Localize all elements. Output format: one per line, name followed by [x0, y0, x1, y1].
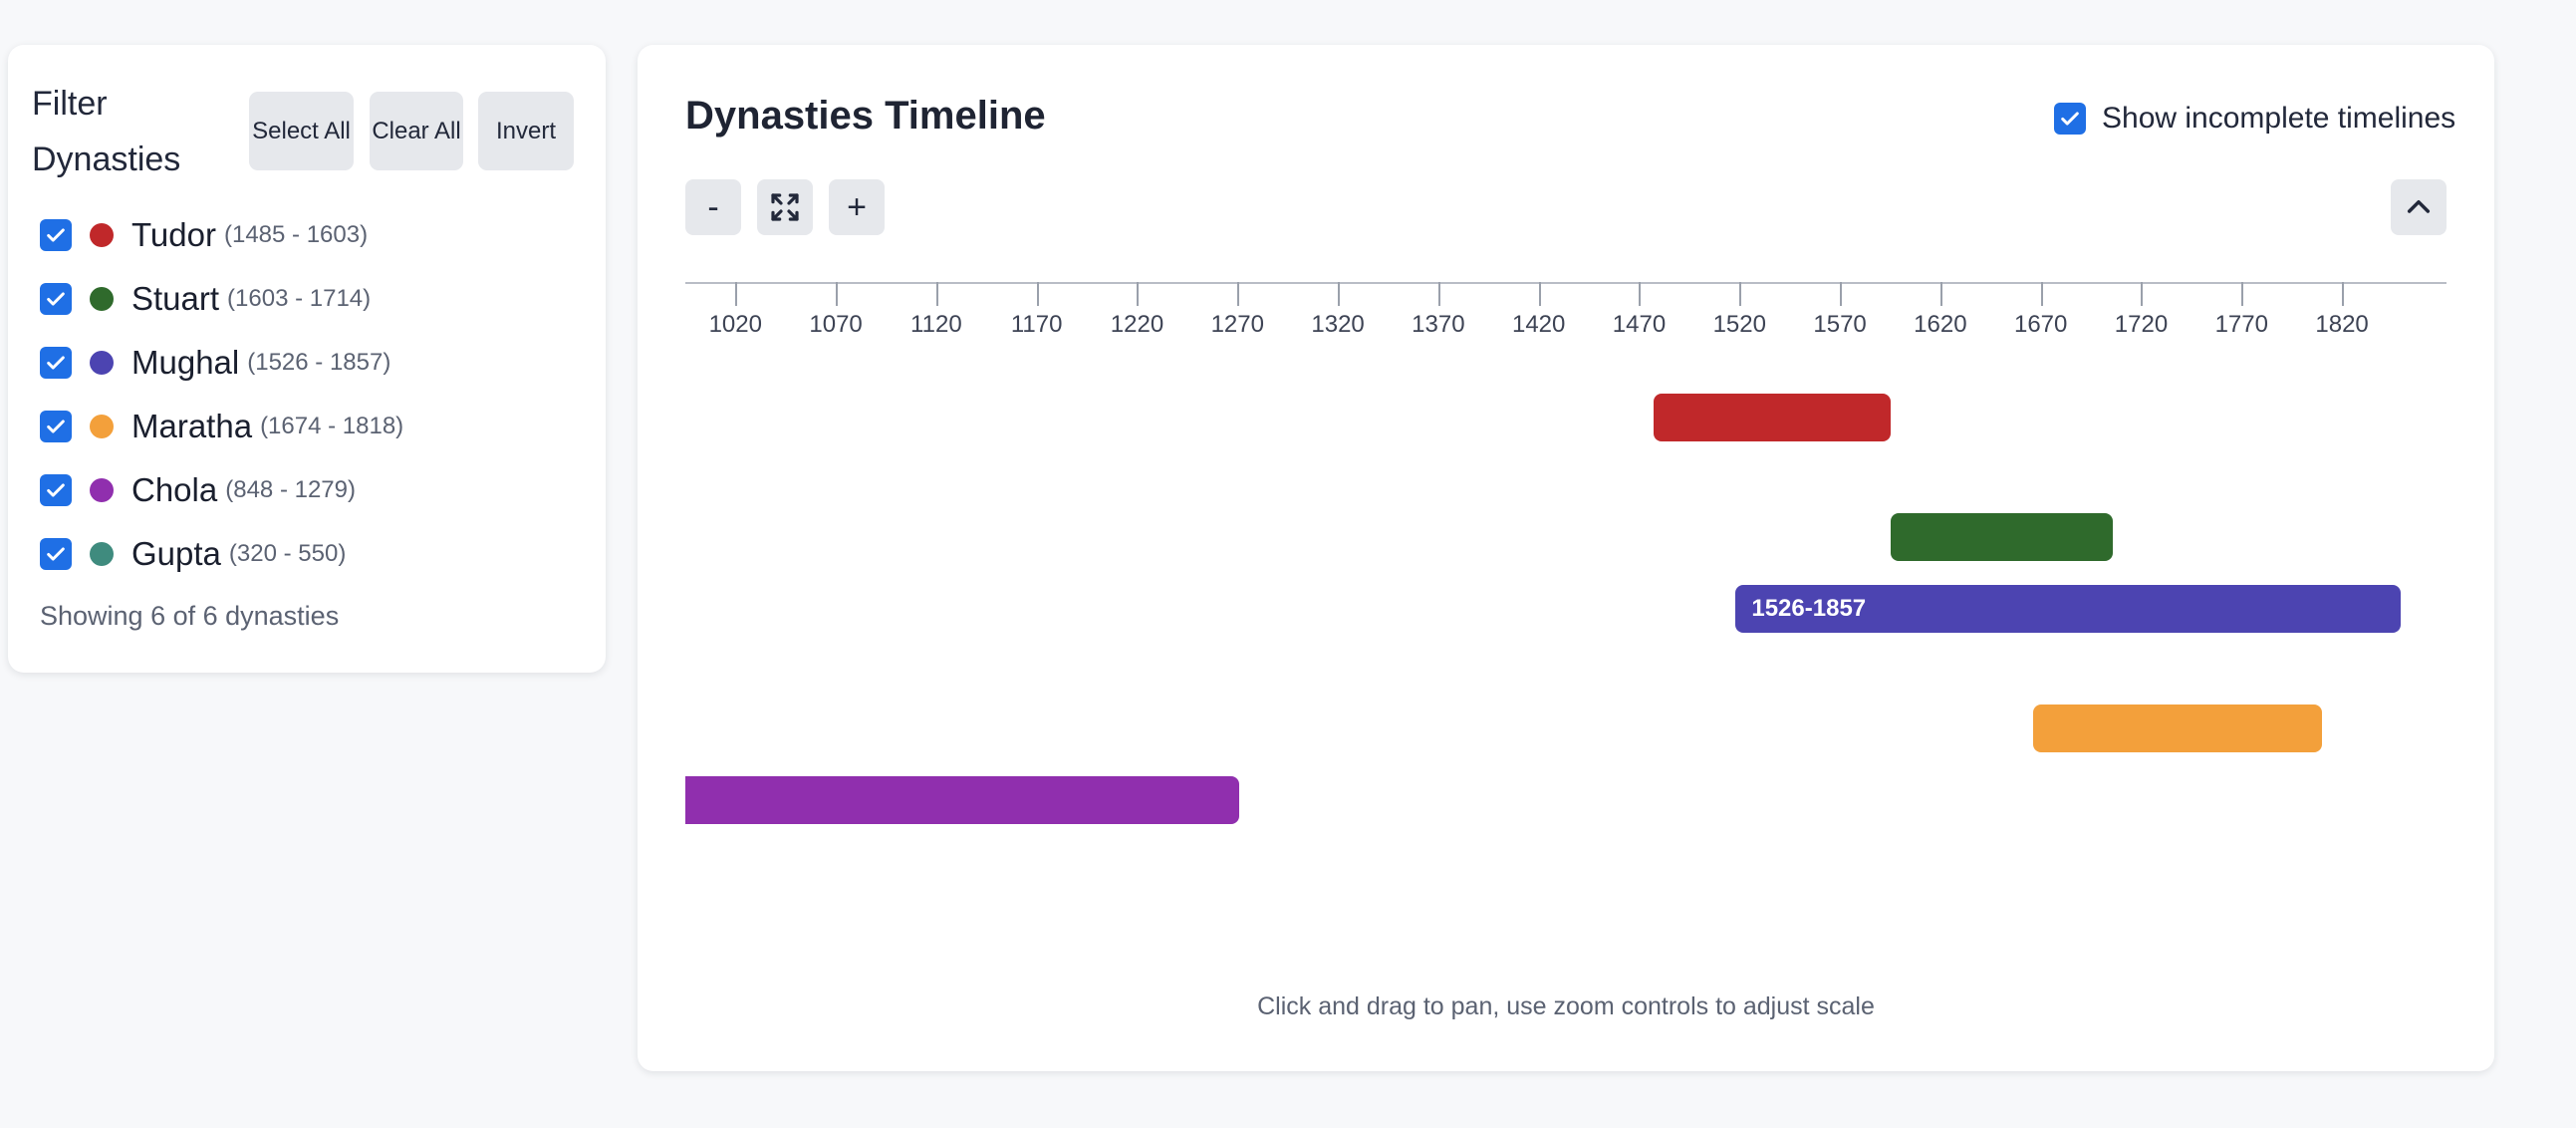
axis-tick [836, 282, 839, 306]
dynasty-name: Stuart [131, 280, 220, 317]
checkmark-icon[interactable] [40, 411, 72, 442]
axis-tick-label: 1020 [708, 311, 762, 338]
dynasty-range: (1526 - 1857) [247, 349, 391, 376]
axis-tick [735, 282, 738, 306]
axis-tick [2241, 282, 2244, 306]
axis-tick-label: 1720 [2114, 311, 2169, 338]
axis-tick-label: 1220 [1110, 311, 1164, 338]
axis-tick [2342, 282, 2345, 306]
fit-to-view-button[interactable] [757, 179, 813, 235]
dynasty-range: (1485 - 1603) [223, 221, 369, 248]
invert-button[interactable]: Invert [478, 92, 574, 170]
dynasty-name: Gupta [131, 535, 221, 572]
axis-tick [1538, 282, 1541, 306]
color-dot [90, 351, 114, 375]
pan-hint: Click and drag to pan, use zoom controls… [1257, 992, 1875, 1020]
checkmark-icon[interactable] [40, 347, 72, 379]
axis-tick-label: 1070 [809, 311, 863, 338]
dynasty-name: Maratha [131, 408, 253, 444]
bar-chola[interactable]: 848-1279 [685, 776, 1240, 824]
select-all-button[interactable]: Select All [249, 92, 354, 170]
showing-count: Showing 6 of 6 dynasties [40, 601, 340, 631]
dynasty-name: Mughal [131, 344, 240, 381]
dynasty-item-chola[interactable]: Chola (848 - 1279) [40, 468, 578, 512]
axis-tick-label: 1170 [1010, 311, 1063, 338]
dynasty-range: (1674 - 1818) [260, 413, 404, 439]
axis-tick-label: 1770 [2214, 311, 2268, 338]
axis-tick-label: 1670 [2013, 311, 2068, 338]
zoom-in-button[interactable]: + [829, 179, 885, 235]
color-dot [90, 223, 114, 247]
show-incomplete-label: Show incomplete timelines [2102, 102, 2456, 135]
dynasty-name: Chola [131, 471, 218, 508]
color-dot [90, 287, 114, 311]
dynasty-item-mughal[interactable]: Mughal (1526 - 1857) [40, 341, 578, 385]
bar-mughal[interactable]: 1526-1857 [1735, 585, 2401, 633]
axis-tick [1437, 282, 1440, 306]
time-axis[interactable]: 0102010701120117012201270132013701420147… [685, 281, 2447, 341]
timeline-bars[interactable]: 1526-1857 848-1279 [685, 379, 2447, 897]
dynasty-name: Tudor [131, 216, 216, 253]
dynasty-range: (1603 - 1714) [227, 285, 372, 312]
zoom-out-label: - [707, 188, 719, 226]
axis-tick-label: 1370 [1412, 311, 1465, 338]
collapse-button[interactable] [2391, 179, 2447, 235]
axis-tick-label: 1270 [1210, 311, 1264, 338]
dynasty-item-stuart[interactable]: Stuart (1603 - 1714) [40, 277, 578, 321]
show-incomplete-toggle[interactable]: Show incomplete timelines [2054, 102, 2455, 136]
page-title: Dynasties Timeline [685, 94, 1046, 138]
axis-tick-label: 1120 [910, 311, 962, 338]
axis-tick [1939, 282, 1942, 306]
axis-line [685, 282, 2447, 284]
checkmark-icon[interactable] [40, 474, 72, 506]
expand-icon [771, 193, 799, 221]
zoom-in-label: + [847, 188, 867, 226]
axis-tick [1237, 282, 1240, 306]
axis-tick [2040, 282, 2043, 306]
dynasty-item-gupta[interactable]: Gupta (320 - 550) [40, 532, 578, 576]
chevron-up-icon [2407, 199, 2431, 213]
axis-tick-label: 1470 [1612, 311, 1667, 338]
axis-tick [1739, 282, 1742, 306]
axis-tick-label: 1320 [1311, 311, 1365, 338]
axis-tick [1137, 282, 1140, 306]
color-dot [90, 478, 114, 502]
dynasty-item-tudor[interactable]: Tudor (1485 - 1603) [40, 213, 578, 257]
bar-tudor[interactable] [1653, 394, 1891, 441]
axis-tick-label: 1520 [1712, 311, 1766, 338]
checkmark-icon[interactable] [40, 538, 72, 570]
filter-title: Filter Dynasties [32, 85, 181, 178]
checkmark-icon[interactable] [40, 283, 72, 315]
axis-tick-label: 1620 [1914, 311, 1967, 338]
clear-all-button[interactable]: Clear All [370, 92, 463, 170]
bar-stuart[interactable] [1890, 513, 2114, 561]
axis-tick [935, 282, 938, 306]
axis-tick-label: 1420 [1511, 311, 1566, 338]
dynasty-range: (320 - 550) [228, 540, 347, 567]
axis-tick-label: 1820 [2315, 311, 2369, 338]
color-dot [90, 542, 114, 566]
checkmark-icon[interactable] [2054, 103, 2086, 135]
zoom-out-button[interactable]: - [685, 179, 741, 235]
bar-maratha[interactable] [2032, 705, 2323, 752]
axis-tick-label: 1570 [1813, 311, 1867, 338]
dynasty-range: (848 - 1279) [225, 476, 356, 503]
color-dot [90, 415, 114, 438]
axis-tick [2141, 282, 2144, 306]
checkmark-icon[interactable] [40, 219, 72, 251]
axis-tick [1639, 282, 1642, 306]
axis-tick [1840, 282, 1843, 306]
dynasty-item-maratha[interactable]: Maratha (1674 - 1818) [40, 405, 578, 448]
axis-tick [1338, 282, 1341, 306]
axis-tick [1036, 282, 1039, 306]
